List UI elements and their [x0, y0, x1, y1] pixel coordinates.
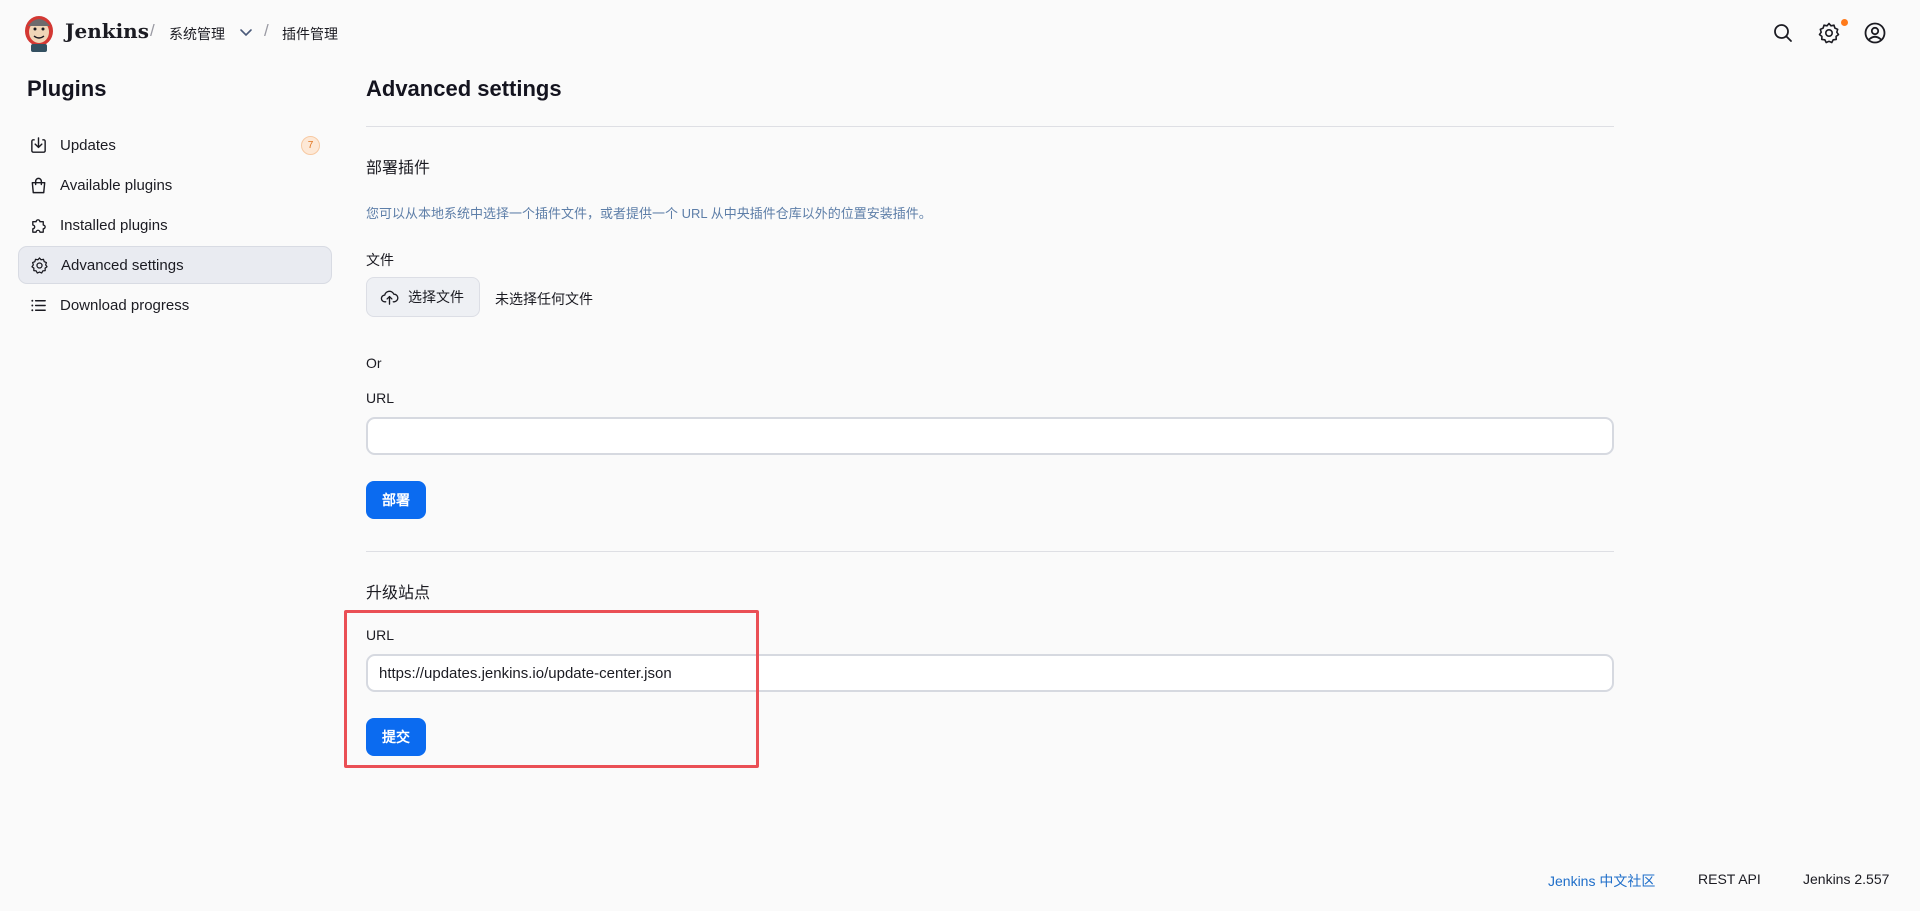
sidebar-title: Plugins	[27, 76, 107, 101]
sidebar-item-label: Available plugins	[60, 176, 173, 194]
update-site-url-label: URL	[366, 627, 395, 643]
gear-icon[interactable]	[1817, 21, 1841, 45]
shopping-bag-icon	[31, 177, 46, 193]
sidebar-item-download-progress[interactable]: Download progress	[18, 286, 332, 324]
sidebar-item-advanced-settings[interactable]: Advanced settings	[18, 246, 332, 284]
update-site-url-input[interactable]	[366, 654, 1614, 692]
footer-rest-api-link[interactable]: REST API	[1698, 871, 1761, 887]
user-icon[interactable]	[1863, 21, 1887, 45]
update-site-heading: 升级站点	[366, 585, 431, 602]
file-status-text: 未选择任何文件	[495, 291, 593, 307]
breadcrumb-separator: /	[264, 21, 269, 40]
list-icon	[31, 299, 46, 311]
or-separator-text: Or	[366, 355, 382, 371]
puzzle-icon	[32, 218, 46, 233]
breadcrumb-separator: /	[150, 21, 155, 40]
breadcrumb-item-system-admin[interactable]: 系统管理	[169, 24, 225, 44]
notification-dot	[1841, 19, 1848, 26]
sidebar-item-available-plugins[interactable]: Available plugins	[18, 166, 332, 204]
deploy-url-input[interactable]	[366, 417, 1614, 455]
updates-count-badge: 7	[301, 136, 320, 155]
divider	[366, 126, 1614, 127]
divider	[366, 551, 1614, 552]
deploy-button[interactable]: 部署	[366, 481, 426, 519]
sidebar-item-updates[interactable]: Updates 7	[18, 126, 332, 164]
search-icon[interactable]	[1771, 21, 1795, 45]
choose-file-label: 选择文件	[408, 289, 464, 305]
sidebar-item-label: Installed plugins	[60, 216, 168, 234]
jenkins-logo-icon[interactable]	[22, 14, 56, 52]
deploy-plugin-description: 您可以从本地系统中选择一个插件文件，或者提供一个 URL 从中央插件仓库以外的位…	[366, 206, 932, 221]
sidebar-item-label: Updates	[60, 136, 116, 154]
url-label: URL	[366, 390, 395, 406]
top-header: Jenkins / 系统管理 / 插件管理	[0, 0, 1920, 66]
download-icon	[31, 136, 46, 153]
sidebar-item-installed-plugins[interactable]: Installed plugins	[18, 206, 332, 244]
footer-version-link[interactable]: Jenkins 2.557	[1803, 871, 1889, 887]
page-title: Advanced settings	[366, 76, 562, 101]
cloud-upload-icon	[380, 290, 399, 305]
deploy-plugin-heading: 部署插件	[366, 160, 431, 177]
breadcrumb-item-plugin-management[interactable]: 插件管理	[282, 24, 338, 44]
choose-file-button[interactable]: 选择文件	[366, 277, 480, 317]
chevron-down-icon[interactable]	[238, 24, 254, 40]
file-label: 文件	[366, 252, 394, 268]
gear-icon	[31, 256, 48, 274]
sidebar-item-label: Advanced settings	[61, 256, 184, 274]
brand-name[interactable]: Jenkins	[65, 19, 149, 43]
footer-community-link[interactable]: Jenkins 中文社区	[1548, 871, 1655, 891]
sidebar-item-label: Download progress	[60, 296, 190, 314]
submit-button[interactable]: 提交	[366, 718, 426, 756]
